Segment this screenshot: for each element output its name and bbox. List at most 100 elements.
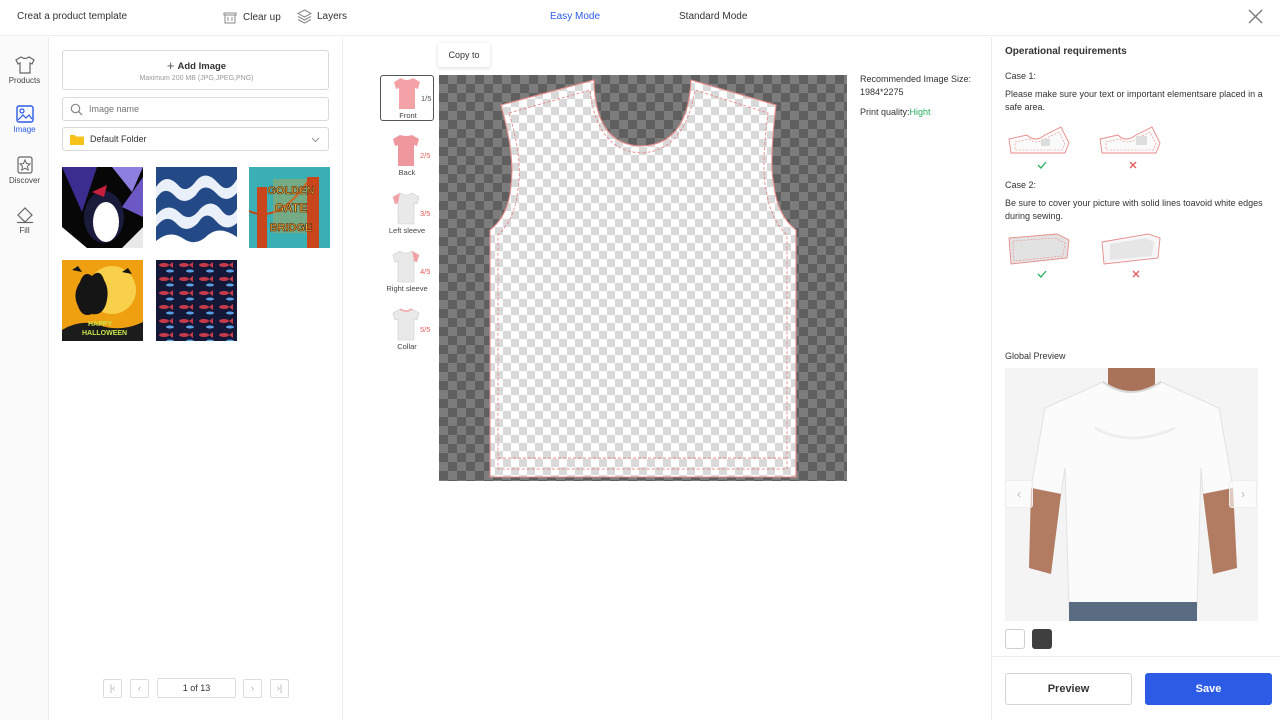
image-icon: [15, 105, 34, 123]
halloween-text-1: HAPPY: [88, 321, 112, 328]
piece-collar-num: 5/5: [420, 325, 431, 334]
folder-icon: [70, 135, 84, 145]
case1-text: Please make sure your text or important …: [1005, 89, 1263, 112]
page-indicator[interactable]: 1 of 13: [157, 678, 236, 698]
tshirt-front-thumb-icon: [394, 78, 420, 109]
color-swatch-dark[interactable]: [1032, 629, 1052, 649]
folder-select[interactable]: Default Folder: [62, 127, 329, 151]
nav-fill-label: Fill: [19, 226, 30, 235]
clear-up-label: Clear up: [243, 12, 281, 23]
piece-back-num: 2/5: [420, 151, 431, 160]
nav-image-label: Image: [13, 125, 36, 134]
nav-products-label: Products: [8, 76, 41, 85]
print-quality-label: Print quality:: [860, 107, 910, 117]
close-icon[interactable]: [1248, 9, 1263, 24]
nav-fill[interactable]: Fill: [0, 206, 49, 250]
easy-mode-tab[interactable]: Easy Mode: [550, 11, 600, 22]
nav-discover[interactable]: Discover: [0, 156, 49, 200]
piece-back[interactable]: 2/5 Back: [380, 133, 434, 179]
plus-icon: +: [166, 58, 175, 73]
piece-left-sleeve-num: 3/5: [420, 209, 431, 218]
left-nav: Products Image Discover Fill: [0, 37, 49, 720]
case2-title: Case 2:: [1005, 180, 1037, 190]
tshirt-right-sleeve-thumb-icon: [392, 250, 420, 283]
color-swatch-white[interactable]: [1005, 629, 1025, 649]
search-input[interactable]: [89, 101, 319, 117]
piece-left-sleeve[interactable]: 3/5 Left sleeve: [380, 191, 434, 237]
front-template-shape: [489, 79, 797, 478]
check-icon-2: [1037, 270, 1047, 278]
preview-button[interactable]: Preview: [1005, 673, 1132, 705]
tshirt-icon: [14, 56, 35, 74]
folder-name: Default Folder: [90, 134, 147, 144]
add-image-button[interactable]: + Add Image Maximum 200 MB (JPG,JPEG,PNG): [62, 50, 329, 90]
image-thumb-penguin[interactable]: [62, 167, 143, 248]
image-thumb-golden-gate[interactable]: GOLDEN GATE BRIDGE: [249, 167, 330, 248]
image-thumb-fish[interactable]: [156, 260, 237, 341]
check-icon: [1037, 161, 1047, 169]
search-icon: [70, 103, 83, 116]
first-page-button[interactable]: |‹: [103, 679, 122, 698]
requirements-title: Operational requirements: [1005, 46, 1127, 57]
page-title: Creat a product template: [17, 11, 128, 22]
piece-front-label: Front: [399, 111, 417, 120]
last-page-button[interactable]: ›|: [270, 679, 289, 698]
paint-bucket-icon: [16, 207, 33, 224]
image-thumb-halloween[interactable]: HAPPY HALLOWEEN: [62, 260, 143, 341]
trash-icon: [223, 12, 237, 24]
layers-label: Layers: [317, 11, 348, 22]
image-thumb-waves[interactable]: [156, 167, 237, 248]
case2-correct-illustration: [1008, 233, 1070, 265]
tshirt-back-thumb-icon: [393, 135, 419, 166]
piece-back-label: Back: [398, 168, 416, 177]
case1-title: Case 1:: [1005, 71, 1037, 81]
piece-right-sleeve[interactable]: 4/5 Right sleeve: [380, 249, 434, 295]
global-preview-image: ‹ ›: [1005, 368, 1258, 621]
case2-text: Be sure to cover your picture with solid…: [1005, 198, 1263, 221]
copy-to-button[interactable]: Copy to: [438, 43, 490, 67]
case1-correct-illustration: [1008, 126, 1070, 154]
add-image-label: Add Image: [177, 61, 227, 72]
image-library-panel: + Add Image Maximum 200 MB (JPG,JPEG,PNG)…: [50, 37, 343, 720]
canvas-area: Copy to 1/5 Front 2/5 Back 3/5 Left slee…: [344, 37, 990, 720]
recommended-size-value: 1984*2275: [860, 87, 904, 97]
next-page-button[interactable]: ›: [243, 679, 262, 698]
nav-discover-label: Discover: [8, 176, 41, 185]
search-box: [62, 97, 329, 121]
golden-gate-text-1: GOLDEN: [267, 185, 314, 197]
preview-next-button[interactable]: ›: [1229, 480, 1257, 508]
golden-gate-text-3: BRIDGE: [270, 222, 313, 234]
chevron-down-icon: [311, 137, 320, 143]
nav-image[interactable]: Image: [0, 105, 49, 149]
save-button[interactable]: Save: [1145, 673, 1272, 705]
tshirt-collar-thumb-icon: [392, 308, 420, 341]
case2-wrong-illustration: [1101, 233, 1161, 265]
cross-icon-2: [1132, 270, 1140, 278]
print-quality-value: Hight: [909, 107, 931, 117]
piece-front[interactable]: 1/5 Front: [380, 75, 434, 121]
piece-collar[interactable]: 5/5 Collar: [380, 307, 434, 353]
design-canvas[interactable]: [439, 75, 847, 481]
footer-divider: [992, 656, 1280, 657]
prev-page-button[interactable]: ‹: [130, 679, 149, 698]
add-image-hint: Maximum 200 MB (JPG,JPEG,PNG): [139, 75, 254, 82]
nav-products[interactable]: Products: [0, 56, 49, 100]
standard-mode-tab[interactable]: Standard Mode: [679, 11, 747, 22]
case1-wrong-illustration: [1099, 126, 1161, 154]
tshirt-left-sleeve-thumb-icon: [392, 192, 420, 225]
global-preview-title: Global Preview: [1005, 351, 1066, 361]
recommended-size-label: Recommended Image Size:: [860, 74, 972, 84]
star-icon: [16, 156, 33, 174]
halloween-text-2: HALLOWEEN: [82, 330, 127, 337]
piece-collar-label: Collar: [397, 342, 417, 351]
top-bar: Creat a product template Clear up Layers…: [0, 0, 1280, 36]
layers-icon: [297, 9, 312, 24]
piece-front-num: 1/5: [421, 94, 432, 103]
right-panel: Operational requirements Case 1: Please …: [991, 37, 1280, 720]
piece-right-sleeve-label: Right sleeve: [386, 284, 428, 293]
cross-icon: [1129, 161, 1137, 169]
piece-left-sleeve-label: Left sleeve: [388, 226, 426, 235]
golden-gate-text-2: GATE: [275, 201, 307, 215]
piece-right-sleeve-num: 4/5: [420, 267, 431, 276]
preview-prev-button[interactable]: ‹: [1005, 480, 1033, 508]
